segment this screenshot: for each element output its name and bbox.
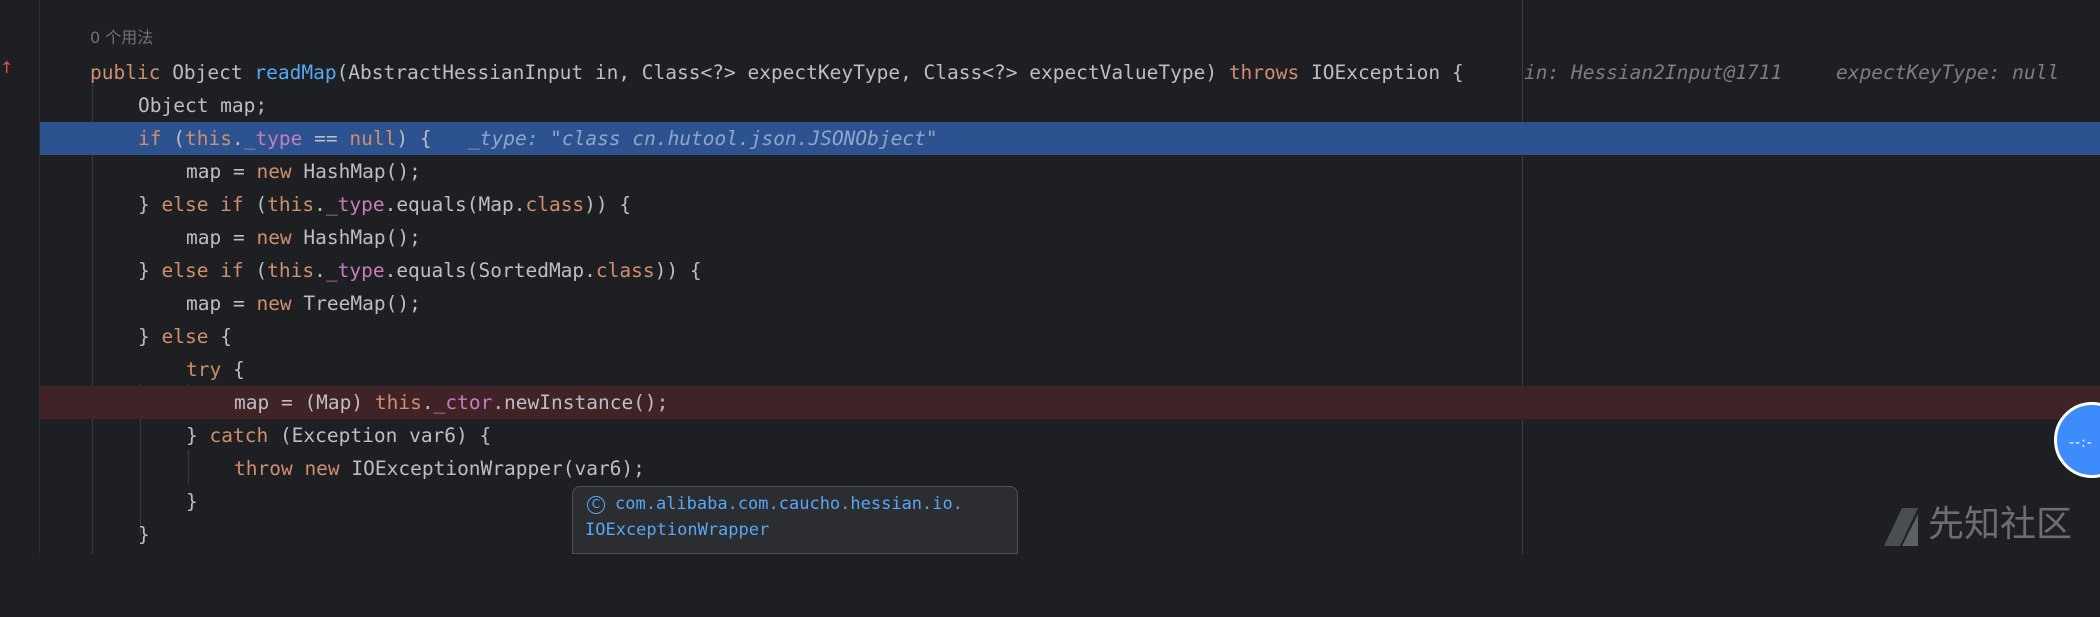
code-line[interactable]: } else if (this._type.equals(SortedMap.c…	[40, 254, 2100, 287]
code-line-method-signature[interactable]: public Object readMap(AbstractHessianInp…	[40, 56, 2100, 89]
code-text: }	[186, 490, 198, 513]
code-text: .	[421, 391, 434, 414]
keyword: this	[267, 259, 315, 282]
tooltip-package-link[interactable]: com.alibaba.com.caucho.hessian.io.	[615, 492, 963, 516]
code-editor[interactable]: 0 个用法 public Object readMap(AbstractHess…	[40, 0, 2100, 554]
code-text: IOExceptionWrapper(var6);	[351, 457, 645, 480]
keyword: catch	[209, 424, 280, 447]
keyword: this	[267, 193, 315, 216]
code-text: map =	[186, 160, 257, 183]
code-text: .	[314, 259, 326, 282]
keyword: new	[256, 160, 304, 183]
code-line[interactable]: } catch (Exception var6) {	[40, 419, 2100, 452]
tooltip-class-link[interactable]: IOExceptionWrapper	[585, 518, 769, 542]
code-line[interactable]: map = new TreeMap();	[40, 287, 2100, 320]
code-text: {	[220, 325, 232, 348]
class-icon: C	[587, 496, 605, 514]
code-text: )) {	[654, 259, 702, 282]
keyword: else if	[161, 193, 256, 216]
code-text: (	[255, 193, 268, 216]
code-text: (	[255, 259, 268, 282]
code-text: {	[232, 358, 245, 381]
keyword: throws	[1228, 61, 1311, 84]
quick-doc-tooltip[interactable]: C com.alibaba.com.caucho.hessian.io. IOE…	[572, 486, 1018, 554]
code-text: }	[138, 259, 162, 282]
keyword: this	[374, 391, 422, 414]
code-text: (Exception var6) {	[279, 424, 492, 447]
inline-debug-value: expectKeyType: null	[1836, 61, 2060, 84]
code-text: map =	[186, 226, 257, 249]
field: _type	[325, 259, 385, 282]
code-text: Object	[172, 61, 255, 84]
keyword: try	[186, 358, 233, 381]
code-line[interactable]: map = new HashMap();	[40, 221, 2100, 254]
field: _type	[325, 193, 385, 216]
code-text: .equals(SortedMap.	[384, 259, 596, 282]
code-line[interactable]: map = new HashMap();	[40, 155, 2100, 188]
code-line[interactable]: try {	[40, 353, 2100, 386]
code-line[interactable]: Object map;	[40, 89, 2100, 122]
code-text: TreeMap();	[303, 292, 421, 315]
code-text: }	[186, 424, 210, 447]
code-text: .	[314, 193, 326, 216]
watermark-logo-icon	[1884, 508, 1918, 546]
keyword: new	[256, 292, 304, 315]
code-line[interactable]: } else {	[40, 320, 2100, 353]
method-name: readMap	[254, 61, 337, 84]
code-text: (	[173, 127, 185, 150]
code-text: IOException {	[1311, 61, 1464, 84]
inline-debug-value: _type: "class cn.hutool.json.JSONObject"	[468, 127, 938, 150]
floating-button-label: --:-	[2069, 435, 2093, 451]
keyword: class	[525, 193, 585, 216]
code-text: map = (Map)	[234, 391, 375, 414]
code-line[interactable]: } else if (this._type.equals(Map.class))…	[40, 188, 2100, 221]
code-text: .	[231, 127, 244, 150]
code-line-breakpoint[interactable]: map = (Map) this._ctor.newInstance();	[40, 386, 2100, 419]
code-line[interactable]: }	[40, 518, 2100, 551]
code-text: }	[138, 325, 162, 348]
code-text: ==	[302, 127, 350, 150]
code-text: .newInstance();	[492, 391, 669, 414]
code-text: map =	[186, 292, 257, 315]
keyword: throw new	[234, 457, 352, 480]
watermark-text: 先知社区	[1928, 504, 2073, 545]
keyword: null	[349, 127, 397, 150]
keyword: if	[138, 127, 174, 150]
field: _type	[243, 127, 303, 150]
code-text: (AbstractHessianInput in, Class<?> expec…	[336, 61, 1229, 84]
inline-debug-value: in: Hessian2Input@1711	[1524, 61, 1783, 84]
keyword: public	[90, 61, 173, 84]
keyword: new	[256, 226, 304, 249]
override-marker-icon[interactable]: ↑	[0, 58, 13, 77]
code-line[interactable]: }	[40, 485, 2100, 518]
keyword: else if	[161, 259, 256, 282]
code-text: HashMap();	[303, 160, 421, 183]
keyword: class	[595, 259, 655, 282]
editor-gutter[interactable]: ↑	[0, 0, 66, 554]
code-line-current-execution[interactable]: if (this._type == null) { _type: "class …	[40, 122, 2100, 155]
code-text: Object map;	[138, 94, 268, 117]
usages-hint[interactable]: 0 个用法	[90, 24, 153, 48]
code-text: .equals(Map.	[384, 193, 526, 216]
code-text: }	[138, 523, 150, 546]
field: _ctor	[433, 391, 493, 414]
code-text: )) {	[584, 193, 632, 216]
code-text: }	[138, 193, 162, 216]
code-line[interactable]: throw new IOExceptionWrapper(var6);	[40, 452, 2100, 485]
keyword: else	[161, 325, 221, 348]
keyword: this	[184, 127, 232, 150]
code-text: HashMap();	[303, 226, 421, 249]
code-text: ) {	[396, 127, 432, 150]
